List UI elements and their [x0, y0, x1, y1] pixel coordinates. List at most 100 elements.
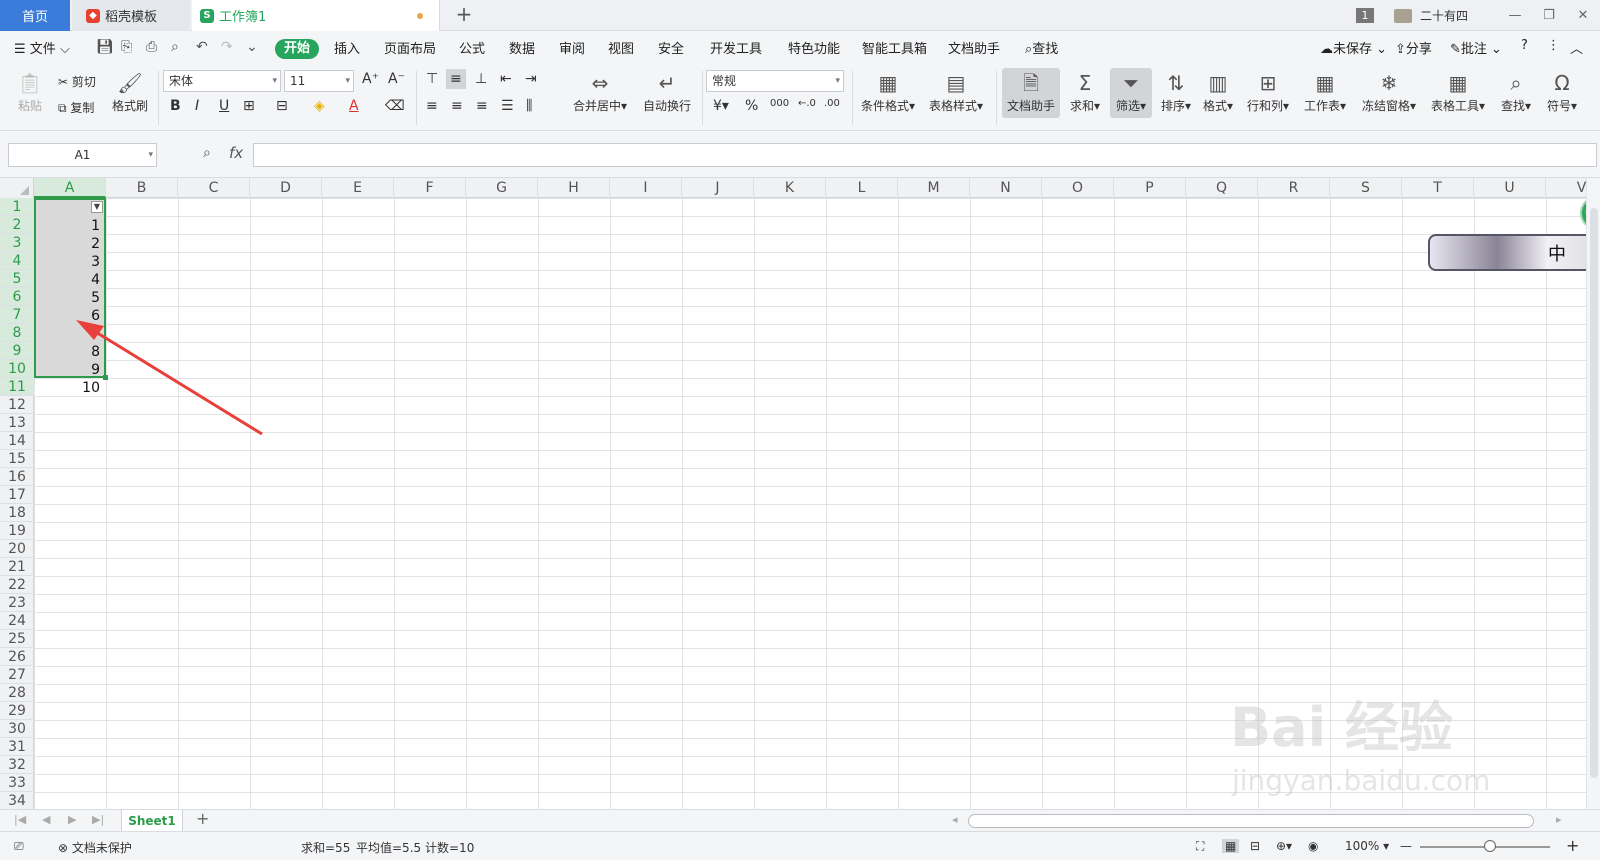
more-icon[interactable]: ⋮ — [1547, 38, 1560, 53]
table-tools-button[interactable]: ▦ 表格工具▾ — [1426, 69, 1490, 114]
menu-data[interactable]: 数据 — [509, 38, 535, 57]
menu-smart-toolbox[interactable]: 智能工具箱 — [862, 38, 927, 57]
font-family-select[interactable]: 宋体 — [163, 70, 281, 92]
close-icon[interactable]: ✕ — [1566, 8, 1600, 23]
vertical-scroll-thumb[interactable] — [1590, 208, 1598, 778]
formula-input[interactable] — [253, 143, 1597, 167]
prev-sheet-icon[interactable]: ◀ — [42, 813, 50, 826]
zoom-formula-icon[interactable]: ⌕ — [203, 145, 211, 161]
align-top-icon[interactable]: ⊤ — [426, 71, 438, 87]
collapse-ribbon-icon[interactable]: ︿ — [1570, 38, 1583, 57]
file-menu[interactable]: ☰ 文件 ⌵ — [14, 38, 70, 57]
cut-button[interactable]: ✂ 剪切 — [58, 73, 96, 90]
fx-icon[interactable]: fx — [229, 144, 243, 162]
tab-workbook[interactable]: S 工作簿1 — [192, 0, 440, 31]
unsaved-button[interactable]: ☁未保存 ⌄ — [1320, 38, 1387, 57]
font-color-icon[interactable]: A — [349, 98, 359, 114]
format-button[interactable]: ▥ 格式▾ — [1198, 69, 1238, 114]
menu-review[interactable]: 审阅 — [559, 38, 585, 57]
add-sheet-icon[interactable]: + — [196, 809, 209, 828]
align-center-icon[interactable]: ≡ — [451, 98, 463, 114]
menu-doc-assistant[interactable]: 文档助手 — [948, 38, 1000, 57]
menu-start[interactable]: 开始 — [275, 39, 319, 59]
comment-button[interactable]: ✎批注 ⌄ — [1450, 38, 1502, 57]
italic-icon[interactable]: I — [195, 98, 199, 114]
share-button[interactable]: ⇪分享 — [1395, 38, 1432, 57]
tab-home[interactable]: 首页 — [0, 0, 70, 31]
next-sheet-icon[interactable]: ▶ — [68, 813, 76, 826]
first-sheet-icon[interactable]: |◀ — [14, 813, 26, 826]
increase-decimal-icon[interactable]: ←.0 — [798, 98, 816, 109]
menu-developer[interactable]: 开发工具 — [710, 38, 762, 57]
merge-border-icon[interactable]: ⊟ — [276, 98, 288, 114]
worksheet-button[interactable]: ▦ 工作表▾ — [1298, 69, 1352, 114]
macro-icon[interactable]: ⎚ — [14, 839, 24, 854]
scroll-left-icon[interactable]: ◂ — [952, 813, 958, 826]
menu-insert[interactable]: 插入 — [334, 38, 360, 57]
menu-features[interactable]: 特色功能 — [788, 38, 840, 57]
align-middle-icon[interactable]: ≡ — [446, 69, 466, 89]
copy-button[interactable]: ⧉ 复制 — [58, 99, 94, 116]
menu-security[interactable]: 安全 — [658, 38, 684, 57]
row-col-button[interactable]: ⊞ 行和列▾ — [1242, 69, 1294, 114]
scroll-right-icon[interactable]: ▸ — [1556, 813, 1562, 826]
zoom-out-icon[interactable]: — — [1400, 839, 1412, 853]
align-left-icon[interactable]: ≡ — [426, 98, 438, 114]
border-icon[interactable]: ⊞ — [243, 98, 255, 114]
indent-increase-icon[interactable]: ⇥ — [525, 71, 537, 87]
redo-icon[interactable]: ↷ — [221, 39, 233, 55]
avatar[interactable] — [1393, 8, 1412, 23]
menu-formula[interactable]: 公式 — [459, 38, 485, 57]
normal-view-icon[interactable]: ▦ — [1222, 839, 1240, 853]
name-box[interactable]: A1 — [8, 143, 157, 167]
zoom-level[interactable]: 100% ▾ — [1345, 839, 1389, 853]
last-sheet-icon[interactable]: ▶| — [92, 813, 104, 826]
window-count-badge[interactable]: 1 — [1355, 8, 1374, 23]
vertical-scrollbar[interactable] — [1586, 178, 1600, 809]
print-preview-icon[interactable]: ⌕ — [171, 39, 179, 55]
conditional-format-button[interactable]: ▦ 条件格式▾ — [858, 69, 918, 114]
tab-templates[interactable]: ◆ 稻壳模板 — [72, 0, 190, 31]
paste-button[interactable]: 📋︎ 粘贴 — [10, 69, 50, 114]
horizontal-scrollbar[interactable] — [968, 814, 1534, 828]
font-size-select[interactable]: 11 — [284, 70, 354, 92]
justify-icon[interactable]: ☰ — [501, 98, 514, 114]
doc-assistant-button[interactable]: 🗎︎ 文档助手 — [1002, 69, 1060, 114]
help-icon[interactable]: ? — [1521, 38, 1528, 53]
number-format-select[interactable]: 常规 — [706, 70, 844, 92]
user-name[interactable]: 二十有四 — [1420, 7, 1468, 24]
export-icon[interactable]: ⎘ — [121, 39, 132, 55]
menu-search[interactable]: ⌕查找 — [1025, 38, 1058, 57]
indent-decrease-icon[interactable]: ⇤ — [500, 71, 512, 87]
format-painter-button[interactable]: 🖌︎ 格式刷 — [108, 69, 152, 114]
merge-center-button[interactable]: ⇔ 合并居中▾ — [568, 69, 632, 114]
filter-button[interactable]: ⏷ 筛选▾ — [1110, 69, 1152, 114]
menu-view[interactable]: 视图 — [608, 38, 634, 57]
distributed-icon[interactable]: ⫼ — [526, 98, 532, 114]
page-break-view-icon[interactable]: ⊟ — [1250, 839, 1260, 853]
protect-status[interactable]: ⊗ 文档未保护 — [58, 839, 132, 856]
save-icon[interactable]: 💾︎ — [96, 39, 114, 55]
zoom-in-icon[interactable]: + — [1566, 836, 1579, 855]
undo-icon[interactable]: ↶ — [196, 39, 208, 55]
underline-icon[interactable]: U — [219, 98, 229, 114]
sheet-tab[interactable]: Sheet1 — [121, 810, 183, 832]
eye-protect-icon[interactable]: ◉ — [1308, 839, 1318, 853]
percent-icon[interactable]: % — [745, 98, 758, 114]
new-tab-button[interactable]: + — [452, 3, 476, 27]
sum-button[interactable]: Σ 求和▾ — [1064, 69, 1106, 114]
menu-page-layout[interactable]: 页面布局 — [384, 38, 436, 57]
customize-icon[interactable]: ⌄ — [246, 39, 258, 55]
table-style-button[interactable]: ▤ 表格样式▾ — [925, 69, 987, 114]
symbol-button[interactable]: Ω 符号▾ — [1540, 69, 1584, 114]
fill-color-icon[interactable]: ◈ — [314, 98, 325, 114]
freeze-panes-button[interactable]: ❄ 冻结窗格▾ — [1356, 69, 1422, 114]
page-layout-view-icon[interactable]: ⊕▾ — [1276, 839, 1292, 853]
zoom-slider-thumb[interactable] — [1484, 840, 1496, 852]
decrease-decimal-icon[interactable]: .00 — [824, 98, 840, 109]
clear-icon[interactable]: ⌫ — [385, 98, 405, 114]
grow-font-icon[interactable]: A⁺ — [362, 71, 379, 87]
sort-button[interactable]: ⇅ 排序▾ — [1156, 69, 1196, 114]
align-right-icon[interactable]: ≡ — [476, 98, 488, 114]
thousands-icon[interactable]: 000 — [770, 98, 789, 109]
